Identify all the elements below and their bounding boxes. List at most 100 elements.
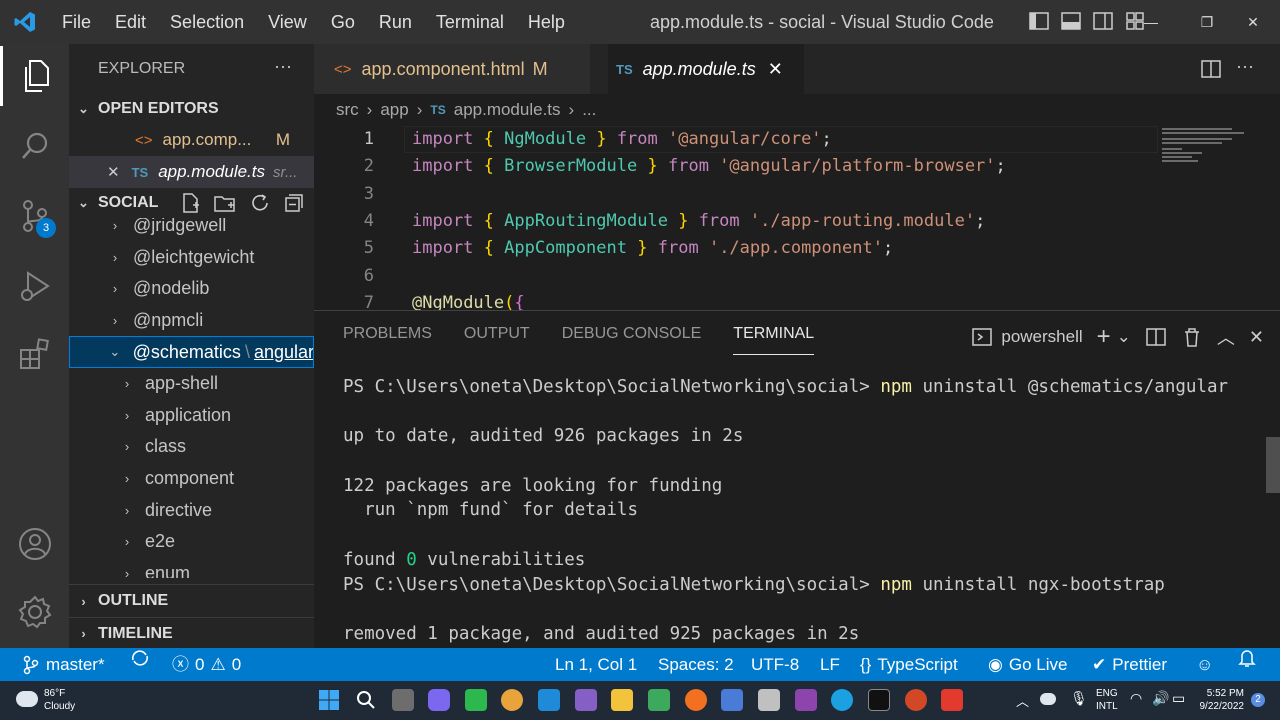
terminal-taskbar-icon[interactable]: [868, 689, 890, 711]
open-editors-header[interactable]: ⌄ OPEN EDITORS: [69, 94, 314, 124]
tab-debug-console[interactable]: DEBUG CONSOLE: [562, 325, 702, 355]
open-editor-item[interactable]: <> app.comp... M: [69, 124, 314, 156]
tab-problems[interactable]: PROBLEMS: [343, 325, 432, 355]
notepad-plus-icon[interactable]: [648, 689, 670, 711]
breadcrumb-symbol[interactable]: ...: [582, 100, 596, 120]
volume-icon[interactable]: 🔊: [1152, 690, 1169, 707]
taskbar-search-icon[interactable]: [355, 689, 377, 711]
run-debug-icon[interactable]: [0, 256, 69, 316]
minimap[interactable]: [1162, 126, 1252, 186]
more-actions-icon[interactable]: ···: [274, 56, 292, 77]
menu-item-view[interactable]: View: [256, 0, 319, 44]
battery-icon[interactable]: ▭: [1172, 690, 1185, 707]
snipping-tool-icon[interactable]: [758, 689, 780, 711]
breadcrumb-file[interactable]: app.module.ts: [454, 100, 561, 120]
toggle-secondary-sidebar-icon[interactable]: [1092, 10, 1114, 32]
refresh-icon[interactable]: [249, 192, 271, 214]
tree-item[interactable]: › component: [69, 463, 314, 495]
postman-icon[interactable]: [685, 689, 707, 711]
indentation[interactable]: Spaces: 2: [658, 648, 734, 681]
tree-item[interactable]: › application: [69, 400, 314, 432]
close-window-button[interactable]: ✕: [1226, 0, 1280, 44]
chevron-down-icon[interactable]: ⌄: [1117, 327, 1131, 347]
tab-terminal[interactable]: TERMINAL: [733, 325, 815, 355]
breadcrumb-src[interactable]: src: [336, 100, 359, 120]
new-file-icon[interactable]: [179, 192, 201, 214]
tab-app-component-html[interactable]: <> app.component.html M: [314, 44, 590, 94]
manage-gear-icon[interactable]: [0, 582, 69, 642]
microphone-icon[interactable]: 🎙: [1070, 690, 1088, 707]
tree-item[interactable]: › e2e: [69, 526, 314, 558]
sync-icon[interactable]: [130, 648, 150, 668]
prettier-button[interactable]: ✔ Prettier: [1092, 648, 1167, 681]
menu-item-go[interactable]: Go: [319, 0, 367, 44]
extensions-icon[interactable]: [0, 324, 69, 384]
source-control-icon[interactable]: [0, 186, 69, 246]
close-tab-icon[interactable]: ✕: [768, 59, 783, 80]
powerpoint-icon[interactable]: [905, 689, 927, 711]
tab-app-module-ts[interactable]: TS app.module.ts ✕: [608, 44, 804, 94]
language-mode[interactable]: {} TypeScript: [860, 648, 958, 681]
branch-indicator[interactable]: master*: [22, 648, 105, 681]
tree-item[interactable]: › @npmcli: [69, 305, 314, 337]
tree-item[interactable]: › @leichtgewicht: [69, 242, 314, 274]
camtasia-icon[interactable]: [465, 689, 487, 711]
tree-item[interactable]: ⌄ @schematics \ angular: [69, 336, 314, 368]
menu-item-help[interactable]: Help: [516, 0, 577, 44]
visual-studio-preview-icon[interactable]: [795, 689, 817, 711]
windows-start-icon[interactable]: [318, 689, 340, 711]
terminal-output[interactable]: PS C:\Users\oneta\Desktop\SocialNetworki…: [343, 375, 1263, 649]
tab-output[interactable]: OUTPUT: [464, 325, 530, 355]
terminal-scrollbar[interactable]: [1266, 437, 1280, 493]
minimize-button[interactable]: —: [1114, 0, 1188, 44]
tree-item[interactable]: › @jridgewell: [69, 218, 314, 242]
tree-item[interactable]: › app-shell: [69, 368, 314, 400]
weather-icon[interactable]: [16, 691, 38, 707]
vscode-taskbar-icon[interactable]: [538, 689, 560, 711]
outline-header[interactable]: › OUTLINE: [69, 585, 314, 617]
menu-item-run[interactable]: Run: [367, 0, 424, 44]
split-terminal-icon[interactable]: [1145, 326, 1167, 348]
trash-icon[interactable]: [1181, 326, 1203, 348]
search-icon[interactable]: [0, 116, 69, 176]
collapse-all-icon[interactable]: [283, 192, 305, 214]
recorder-icon[interactable]: [941, 689, 963, 711]
toggle-primary-sidebar-icon[interactable]: [1028, 10, 1050, 32]
problems-indicator[interactable]: ⓧ 0 ⚠ 0: [172, 648, 241, 681]
language-indicator[interactable]: ENG: [1096, 688, 1118, 700]
file-explorer-icon[interactable]: [611, 689, 633, 711]
menu-item-selection[interactable]: Selection: [158, 0, 256, 44]
tree-item[interactable]: › directive: [69, 494, 314, 526]
terminal-shell-selector[interactable]: powershell: [971, 326, 1083, 348]
end-of-line[interactable]: LF: [820, 648, 840, 681]
show-hidden-icons-icon[interactable]: ︿: [1016, 691, 1029, 710]
encoding[interactable]: UTF-8: [751, 648, 799, 681]
cursor-position[interactable]: Ln 1, Col 1: [555, 648, 637, 681]
notifications-bell-icon[interactable]: [1238, 648, 1256, 668]
tree-item[interactable]: › enum: [69, 558, 314, 578]
edge-icon[interactable]: [831, 689, 853, 711]
new-terminal-icon[interactable]: +: [1097, 323, 1111, 351]
explorer-icon[interactable]: [0, 46, 69, 106]
split-editor-icon[interactable]: [1200, 58, 1222, 80]
timeline-header[interactable]: › TIMELINE: [69, 617, 314, 648]
calculator-icon[interactable]: [721, 689, 743, 711]
close-editor-icon[interactable]: ✕: [107, 163, 120, 181]
editor-more-actions-icon[interactable]: ···: [1236, 56, 1254, 77]
tree-item[interactable]: › class: [69, 431, 314, 463]
notification-count-badge[interactable]: 2: [1251, 693, 1265, 707]
feedback-icon[interactable]: ☺: [1196, 648, 1213, 681]
chrome-icon[interactable]: [501, 689, 523, 711]
maximize-panel-icon[interactable]: ︿: [1217, 324, 1235, 350]
visual-studio-icon[interactable]: [575, 689, 597, 711]
close-panel-icon[interactable]: ✕: [1249, 327, 1264, 348]
restore-button[interactable]: ❐: [1188, 0, 1226, 44]
menu-item-terminal[interactable]: Terminal: [424, 0, 516, 44]
toggle-panel-icon[interactable]: [1060, 10, 1082, 32]
breadcrumb-app[interactable]: app: [380, 100, 408, 120]
code-editor[interactable]: 1 import { NgModule } from '@angular/core…: [314, 126, 1280, 310]
menu-item-edit[interactable]: Edit: [103, 0, 158, 44]
task-view-icon[interactable]: [392, 689, 414, 711]
clock-time[interactable]: 5:52 PM: [1196, 688, 1244, 700]
new-folder-icon[interactable]: [213, 192, 237, 214]
